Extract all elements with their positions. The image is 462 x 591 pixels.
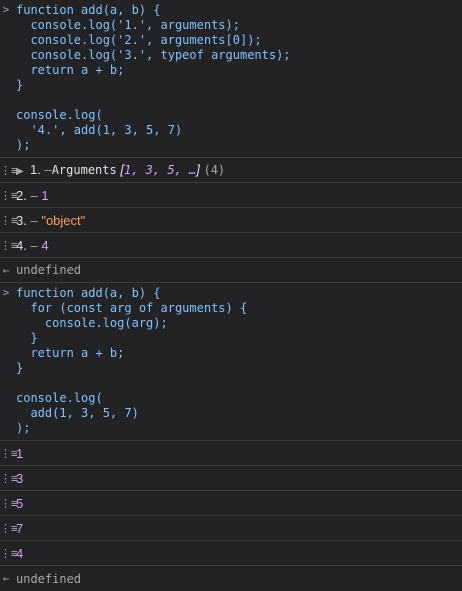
log-entry-icon: ⋮≡ <box>0 164 18 177</box>
return-arrow-icon: ← <box>2 572 10 585</box>
prompt-chevron-icon: > <box>2 286 10 299</box>
log-value-number: 1 <box>41 187 49 203</box>
console-input-entry[interactable]: > function add(a, b) { console.log('1.',… <box>0 0 462 158</box>
log-value-string: "object" <box>41 212 86 228</box>
log-label: 1. <box>30 161 41 177</box>
console-log-entry[interactable]: ⋮≡ 4. – 4 <box>0 233 462 258</box>
log-value-number: 4 <box>41 237 49 253</box>
console-log-entry[interactable]: ⋮≡ 1 <box>0 441 462 466</box>
log-entry-icon: ⋮≡ <box>0 214 18 227</box>
log-entry-icon: ⋮≡ <box>0 547 18 560</box>
result-value: undefined <box>16 263 82 277</box>
console-input-entry[interactable]: > function add(a, b) { for (const arg of… <box>0 283 462 441</box>
array-close-bracket: ] <box>196 161 200 177</box>
console-log-entry[interactable]: ⋮≡ 4 <box>0 541 462 566</box>
devtools-console: > function add(a, b) { console.log('1.',… <box>0 0 462 587</box>
log-entry-icon: ⋮≡ <box>0 447 18 460</box>
console-result-entry[interactable]: ← undefined <box>0 566 462 591</box>
log-entry-icon: ⋮≡ <box>0 189 18 202</box>
log-entry-icon: ⋮≡ <box>0 497 18 510</box>
console-log-entry[interactable]: ⋮≡ 2. – 1 <box>0 183 462 208</box>
console-log-entry[interactable]: ⋮≡ ▶ 1. –Arguments [1, 3, 5, …] (4) <box>0 158 462 183</box>
return-arrow-icon: ← <box>2 264 10 277</box>
console-result-entry[interactable]: ← undefined <box>0 258 462 283</box>
log-entry-icon: ⋮≡ <box>0 522 18 535</box>
console-log-entry[interactable]: ⋮≡ 5 <box>0 491 462 516</box>
log-separator: – <box>30 212 38 228</box>
log-separator: – <box>30 237 38 253</box>
code-input[interactable]: function add(a, b) { for (const arg of a… <box>0 286 462 436</box>
arguments-type-name[interactable]: Arguments <box>52 163 117 177</box>
log-message: ▶ 1. –Arguments [1, 3, 5, …] (4) <box>0 157 225 184</box>
console-log-entry[interactable]: ⋮≡ 7 <box>0 516 462 541</box>
log-separator: – <box>44 161 52 177</box>
result-value: undefined <box>16 571 82 586</box>
log-entry-icon: ⋮≡ <box>0 472 18 485</box>
arguments-preview: 1, 3, 5, … <box>123 162 197 177</box>
prompt-chevron-icon: > <box>2 3 10 16</box>
console-log-entry[interactable]: ⋮≡ 3 <box>0 466 462 491</box>
arguments-length: (4) <box>203 162 226 177</box>
console-log-entry[interactable]: ⋮≡ 3. – "object" <box>0 208 462 233</box>
code-input[interactable]: function add(a, b) { console.log('1.', a… <box>0 3 462 153</box>
log-entry-icon: ⋮≡ <box>0 239 18 252</box>
log-separator: – <box>30 187 38 203</box>
